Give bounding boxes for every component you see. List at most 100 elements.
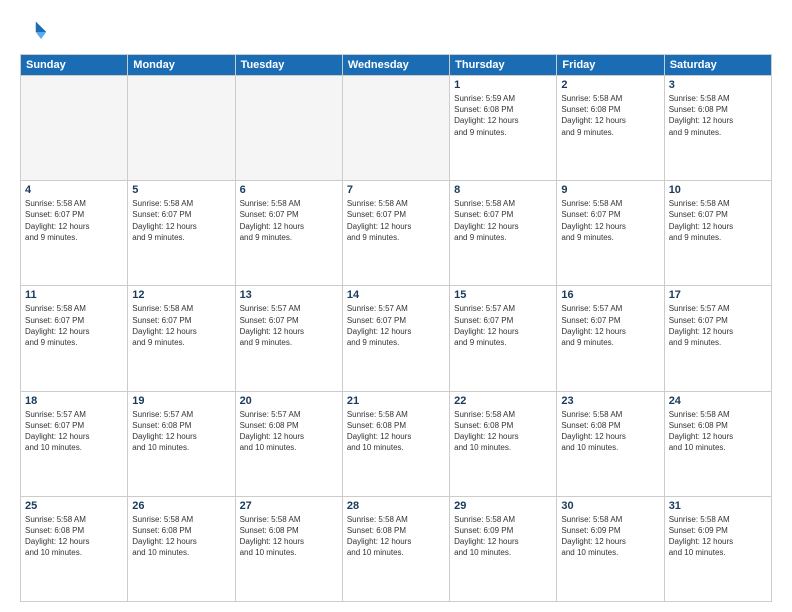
day-number: 23 [561,395,659,407]
day-number: 21 [347,395,445,407]
day-info: Sunrise: 5:58 AM Sunset: 6:08 PM Dayligh… [561,93,659,138]
day-number: 4 [25,184,123,196]
day-info: Sunrise: 5:58 AM Sunset: 6:08 PM Dayligh… [347,514,445,559]
day-number: 28 [347,500,445,512]
day-cell-19: 19 Sunrise: 5:57 AM Sunset: 6:08 PM Dayli… [128,391,235,496]
week-row-3: 11 Sunrise: 5:58 AM Sunset: 6:07 PM Dayli… [21,286,772,391]
day-cell-3: 3 Sunrise: 5:58 AM Sunset: 6:08 PM Daylig… [664,76,771,181]
day-cell-7: 7 Sunrise: 5:58 AM Sunset: 6:07 PM Daylig… [342,181,449,286]
day-number: 12 [132,289,230,301]
logo [20,18,52,46]
day-cell-20: 20Sunrise: 5:57 AM Sunset: 6:08 PM Dayli… [235,391,342,496]
day-info: Sunrise: 5:58 AM Sunset: 6:08 PM Dayligh… [454,409,552,454]
day-number: 3 [669,79,767,91]
day-cell-26: 26Sunrise: 5:58 AM Sunset: 6:08 PM Dayli… [128,496,235,601]
header [20,18,772,46]
day-number: 5 [132,184,230,196]
day-cell-29: 29Sunrise: 5:58 AM Sunset: 6:09 PM Dayli… [450,496,557,601]
empty-cell [342,76,449,181]
day-cell-9: 9 Sunrise: 5:58 AM Sunset: 6:07 PM Daylig… [557,181,664,286]
day-info: Sunrise: 5:58 AM Sunset: 6:09 PM Dayligh… [561,514,659,559]
day-cell-2: 2Sunrise: 5:58 AM Sunset: 6:08 PM Daylig… [557,76,664,181]
day-info: Sunrise: 5:58 AM Sunset: 6:07 PM Dayligh… [561,198,659,243]
col-header-thursday: Thursday [450,55,557,76]
day-info: Sunrise: 5:58 AM Sunset: 6:07 PM Dayligh… [347,198,445,243]
week-row-5: 25 Sunrise: 5:58 AM Sunset: 6:08 PM Dayli… [21,496,772,601]
day-number: 19 [132,395,230,407]
col-header-wednesday: Wednesday [342,55,449,76]
day-number: 27 [240,500,338,512]
day-cell-27: 27 Sunrise: 5:58 AM Sunset: 6:08 PM Dayli… [235,496,342,601]
day-info: Sunrise: 5:58 AM Sunset: 6:09 PM Dayligh… [454,514,552,559]
day-number: 14 [347,289,445,301]
day-cell-23: 23 Sunrise: 5:58 AM Sunset: 6:08 PM Dayli… [557,391,664,496]
day-info: Sunrise: 5:58 AM Sunset: 6:07 PM Dayligh… [669,198,767,243]
page: SundayMondayTuesdayWednesdayThursdayFrid… [0,0,792,612]
day-info: Sunrise: 5:58 AM Sunset: 6:07 PM Dayligh… [454,198,552,243]
col-header-saturday: Saturday [664,55,771,76]
day-info: Sunrise: 5:58 AM Sunset: 6:07 PM Dayligh… [240,198,338,243]
day-number: 13 [240,289,338,301]
day-cell-24: 24 Sunrise: 5:58 AM Sunset: 6:08 PM Dayli… [664,391,771,496]
empty-cell [235,76,342,181]
week-row-1: 1Sunrise: 5:59 AM Sunset: 6:08 PM Daylig… [21,76,772,181]
day-cell-17: 17 Sunrise: 5:57 AM Sunset: 6:07 PM Dayli… [664,286,771,391]
day-cell-16: 16Sunrise: 5:57 AM Sunset: 6:07 PM Dayli… [557,286,664,391]
day-number: 1 [454,79,552,91]
day-number: 22 [454,395,552,407]
day-info: Sunrise: 5:58 AM Sunset: 6:07 PM Dayligh… [132,303,230,348]
day-info: Sunrise: 5:57 AM Sunset: 6:07 PM Dayligh… [561,303,659,348]
day-cell-8: 8 Sunrise: 5:58 AM Sunset: 6:07 PM Daylig… [450,181,557,286]
day-info: Sunrise: 5:58 AM Sunset: 6:08 PM Dayligh… [669,409,767,454]
day-cell-30: 30 Sunrise: 5:58 AM Sunset: 6:09 PM Dayli… [557,496,664,601]
day-cell-31: 31Sunrise: 5:58 AM Sunset: 6:09 PM Dayli… [664,496,771,601]
day-number: 9 [561,184,659,196]
day-cell-11: 11 Sunrise: 5:58 AM Sunset: 6:07 PM Dayli… [21,286,128,391]
day-info: Sunrise: 5:58 AM Sunset: 6:07 PM Dayligh… [132,198,230,243]
day-number: 11 [25,289,123,301]
day-info: Sunrise: 5:58 AM Sunset: 6:08 PM Dayligh… [347,409,445,454]
day-info: Sunrise: 5:58 AM Sunset: 6:08 PM Dayligh… [561,409,659,454]
day-number: 15 [454,289,552,301]
week-row-2: 4 Sunrise: 5:58 AM Sunset: 6:07 PM Daylig… [21,181,772,286]
day-info: Sunrise: 5:58 AM Sunset: 6:09 PM Dayligh… [669,514,767,559]
col-header-monday: Monday [128,55,235,76]
day-info: Sunrise: 5:57 AM Sunset: 6:08 PM Dayligh… [240,409,338,454]
day-number: 24 [669,395,767,407]
col-header-tuesday: Tuesday [235,55,342,76]
day-number: 30 [561,500,659,512]
day-number: 8 [454,184,552,196]
day-info: Sunrise: 5:58 AM Sunset: 6:07 PM Dayligh… [25,198,123,243]
day-info: Sunrise: 5:57 AM Sunset: 6:08 PM Dayligh… [132,409,230,454]
day-number: 25 [25,500,123,512]
day-cell-22: 22 Sunrise: 5:58 AM Sunset: 6:08 PM Dayli… [450,391,557,496]
day-cell-15: 15Sunrise: 5:57 AM Sunset: 6:07 PM Dayli… [450,286,557,391]
day-number: 17 [669,289,767,301]
col-header-sunday: Sunday [21,55,128,76]
day-info: Sunrise: 5:58 AM Sunset: 6:07 PM Dayligh… [25,303,123,348]
day-info: Sunrise: 5:58 AM Sunset: 6:08 PM Dayligh… [132,514,230,559]
empty-cell [128,76,235,181]
day-cell-1: 1Sunrise: 5:59 AM Sunset: 6:08 PM Daylig… [450,76,557,181]
day-number: 7 [347,184,445,196]
day-number: 10 [669,184,767,196]
day-cell-21: 21 Sunrise: 5:58 AM Sunset: 6:08 PM Dayli… [342,391,449,496]
calendar-table: SundayMondayTuesdayWednesdayThursdayFrid… [20,54,772,602]
day-cell-13: 13Sunrise: 5:57 AM Sunset: 6:07 PM Dayli… [235,286,342,391]
day-cell-5: 5 Sunrise: 5:58 AM Sunset: 6:07 PM Daylig… [128,181,235,286]
day-cell-14: 14 Sunrise: 5:57 AM Sunset: 6:07 PM Dayli… [342,286,449,391]
day-cell-4: 4 Sunrise: 5:58 AM Sunset: 6:07 PM Daylig… [21,181,128,286]
day-cell-25: 25Sunrise: 5:58 AM Sunset: 6:08 PM Dayli… [21,496,128,601]
day-info: Sunrise: 5:58 AM Sunset: 6:08 PM Dayligh… [240,514,338,559]
day-number: 18 [25,395,123,407]
empty-cell [21,76,128,181]
day-info: Sunrise: 5:57 AM Sunset: 6:07 PM Dayligh… [25,409,123,454]
day-info: Sunrise: 5:58 AM Sunset: 6:08 PM Dayligh… [669,93,767,138]
day-info: Sunrise: 5:57 AM Sunset: 6:07 PM Dayligh… [669,303,767,348]
day-info: Sunrise: 5:57 AM Sunset: 6:07 PM Dayligh… [347,303,445,348]
week-row-4: 18 Sunrise: 5:57 AM Sunset: 6:07 PM Dayli… [21,391,772,496]
day-cell-12: 12 Sunrise: 5:58 AM Sunset: 6:07 PM Dayli… [128,286,235,391]
logo-icon [20,18,48,46]
col-header-friday: Friday [557,55,664,76]
day-cell-18: 18 Sunrise: 5:57 AM Sunset: 6:07 PM Dayli… [21,391,128,496]
